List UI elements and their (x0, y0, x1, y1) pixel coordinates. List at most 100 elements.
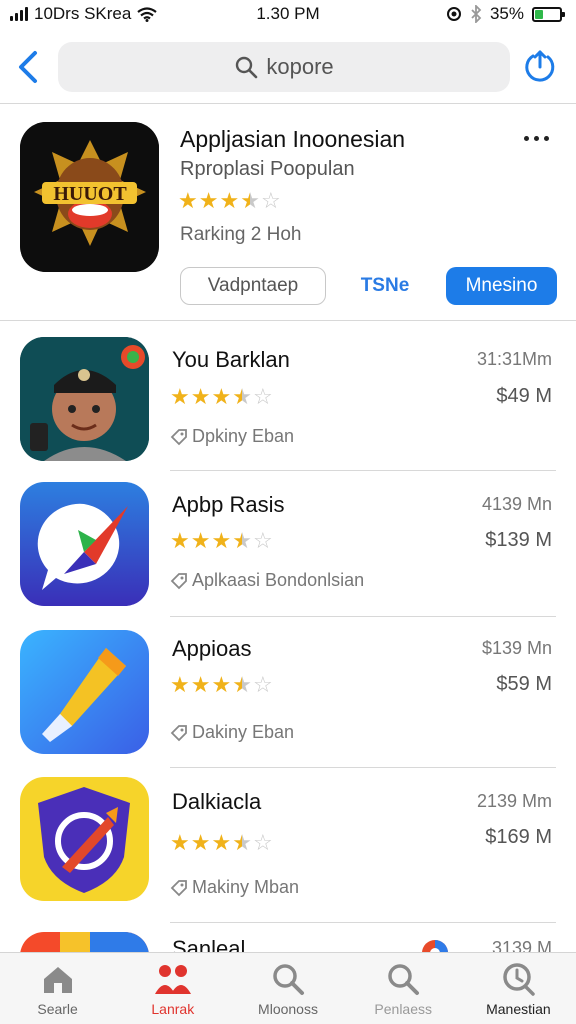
app-tag: Dakiny Eban (170, 722, 294, 743)
rocket-shield-icon (20, 777, 149, 901)
app-rating: ★ ★ ★ ★ ☆ (170, 386, 273, 408)
search-input[interactable]: kopore (58, 42, 510, 92)
refresh-icon (525, 50, 555, 82)
tab-label: Lanrak (151, 1001, 195, 1017)
tab-bar: Searle Lanrak Mloonoss Penlaess Manestia… (0, 952, 576, 1024)
logo-text: HUUOT (53, 183, 127, 205)
status-bar: 10Drs SKrea 1.30 PM 35% (0, 0, 576, 28)
battery-percent: 35% (489, 4, 524, 23)
link-button[interactable]: TSNe (346, 267, 424, 305)
battery-level (535, 9, 544, 19)
star-icon: ★ (190, 384, 211, 409)
app-name: You Barklan (172, 347, 290, 372)
app-tag-label: Aplkaasi Bondonlsian (192, 570, 365, 590)
featured-app[interactable]: HUUOT Appljasian Inoonesian Rproplasi Po… (0, 104, 576, 320)
star-icon: ★ (211, 384, 232, 409)
rocket-shield-illustration (20, 777, 149, 901)
list-item[interactable]: You Barklan 31:31Mm ★ ★ ★ ★ ☆ $49 M Dpkiny E… (0, 323, 576, 471)
app-tag: Makiny Mban (170, 877, 299, 898)
star-icon: ★ (198, 188, 219, 213)
carrier-name: 10Drs SKrea (34, 4, 132, 23)
tab-searle[interactable]: Searle (0, 953, 115, 1024)
tab-label: Searle (37, 1001, 78, 1017)
more-options-button[interactable] (516, 126, 556, 150)
app-tag: Aplkaasi Bondonlsian (170, 570, 364, 591)
colorful-app-illustration (20, 932, 149, 952)
star-icon: ☆ (252, 830, 273, 855)
chevron-left-icon (19, 51, 37, 83)
star-icon: ★ (232, 528, 252, 553)
back-button[interactable] (6, 45, 50, 89)
star-icon: ★ (232, 830, 252, 855)
colorful-app-icon (20, 932, 149, 952)
search-icon (383, 961, 423, 997)
app-rating: ★ ★ ★ ★ ☆ (170, 832, 273, 854)
app-name: Appioas (172, 636, 252, 661)
star-icon: ★ (219, 188, 240, 213)
status-left: 10Drs SKrea (10, 4, 158, 24)
people-icon (153, 961, 193, 997)
star-icon: ★ (170, 830, 190, 855)
star-icon: ★ (190, 830, 211, 855)
tab-penlaess[interactable]: Penlaess (346, 953, 461, 1024)
app-meta-price: $169 M (485, 826, 552, 848)
star-icon: ★ (170, 528, 190, 553)
star-icon: ★ (211, 830, 232, 855)
tab-mloonoss[interactable]: Mloonoss (230, 953, 345, 1024)
featured-app-icon: HUUOT (20, 122, 159, 272)
battery-icon (532, 6, 565, 22)
tab-lanrak[interactable]: Lanrak (115, 953, 230, 1024)
app-name: Sanleal (172, 936, 246, 952)
home-icon (38, 961, 78, 997)
featured-subtitle: Rproplasi Poopulan (180, 158, 355, 180)
list-item[interactable]: Dalkiacla 2139 Mm ★ ★ ★ ★ ☆ $169 M Makiny Mb… (0, 767, 576, 923)
list-item[interactable]: Appioas $139 Mn ★ ★ ★ ★ ☆ $59 M Dakiny Eban (0, 616, 576, 768)
more-dot-icon (543, 135, 549, 141)
app-meta-size: $139 Mn (481, 638, 552, 658)
wifi-icon (137, 6, 158, 22)
app-rating: ★ ★ ★ ★ ☆ (170, 674, 273, 696)
app-tag-label: Dakiny Eban (192, 722, 295, 742)
tab-label: Manestian (486, 1001, 551, 1017)
avatar-illustration (20, 337, 149, 461)
search-icon (236, 56, 258, 79)
app-meta-price: $139 M (485, 529, 552, 551)
featured-rating: ★ ★ ★ ★ ☆ (178, 190, 281, 212)
outline-button[interactable]: Vadpntaep (180, 267, 326, 305)
app-name: Apbp Rasis (172, 492, 285, 517)
star-icon: ★ (211, 672, 232, 697)
list-item[interactable]: Sanleal 3139 M (0, 922, 576, 952)
app-tag-label: Dpkiny Eban (192, 426, 295, 446)
primary-button[interactable]: Mnesino (446, 267, 557, 305)
app-meta-size: 31:31Mm (476, 349, 552, 369)
tab-label: Penlaess (374, 1001, 432, 1017)
pencil-tool-icon (20, 630, 149, 754)
app-rating: ★ ★ ★ ★ ☆ (170, 530, 273, 552)
star-icon: ☆ (260, 188, 281, 213)
person-avatar-icon (20, 337, 149, 461)
app-tag: Dpkiny Eban (170, 426, 294, 447)
location-icon (446, 7, 461, 21)
tag-icon (170, 879, 187, 896)
star-icon: ★ (240, 188, 260, 213)
featured-ranking: Rarking 2 Hoh (180, 224, 302, 245)
tab-manestian[interactable]: Manestian (461, 953, 576, 1024)
signal-icon (10, 7, 28, 21)
status-right: 35% (446, 4, 565, 24)
star-icon: ★ (170, 384, 190, 409)
star-icon: ★ (211, 528, 232, 553)
tab-label: Mloonoss (258, 1001, 318, 1017)
list-item[interactable]: Apbp Rasis 4139 Mn ★ ★ ★ ★ ☆ $139 M Aplkaasi… (0, 470, 576, 617)
star-icon: ☆ (252, 528, 273, 553)
app-meta-size: 3139 M (491, 938, 552, 952)
pencil-tool-illustration (20, 630, 149, 754)
tag-icon (170, 428, 187, 445)
star-icon: ★ (170, 672, 190, 697)
featured-title: Appljasian Inoonesian (180, 126, 406, 152)
more-dot-icon (533, 135, 539, 141)
star-icon: ★ (232, 384, 252, 409)
refresh-button[interactable] (516, 43, 564, 91)
search-header: kopore (0, 34, 576, 100)
clock-search-icon (498, 961, 538, 997)
star-icon: ★ (190, 528, 211, 553)
